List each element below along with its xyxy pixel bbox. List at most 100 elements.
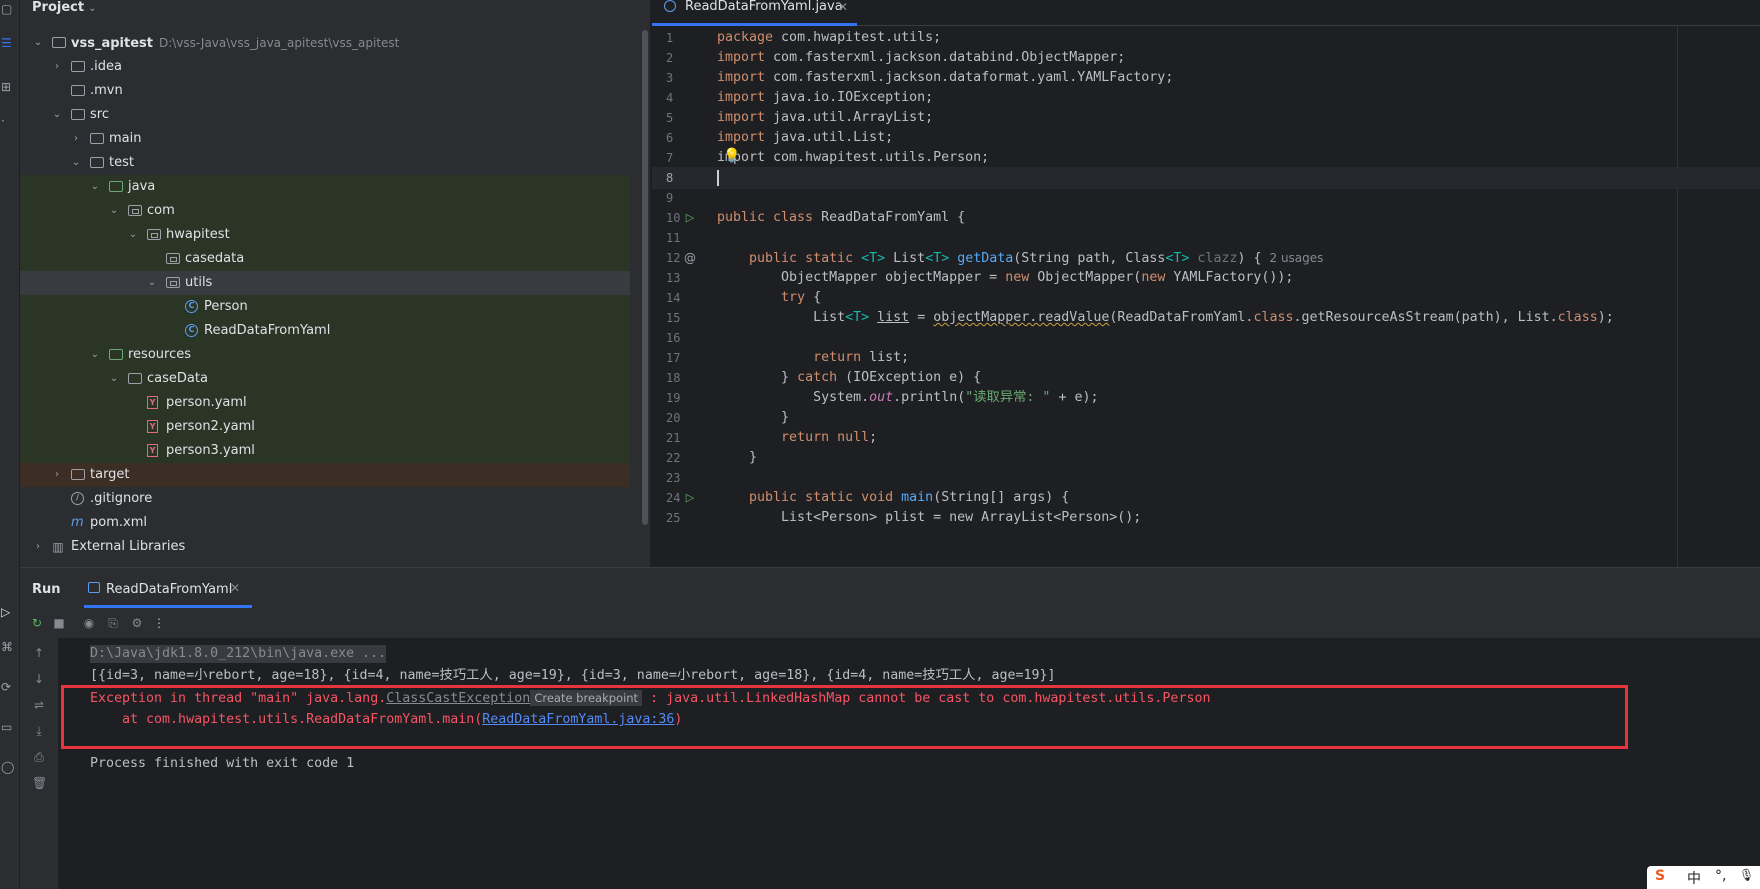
chevron-down-icon[interactable]: ⌄ — [32, 31, 44, 55]
export-icon[interactable]: ⎘ — [106, 616, 120, 630]
chevron-right-icon[interactable]: › — [32, 535, 44, 559]
tree-item[interactable]: ⌄ resources — [20, 343, 630, 367]
line-number[interactable]: 5 — [666, 107, 686, 129]
git-icon[interactable]: ◯ — [1, 760, 15, 774]
tree-item[interactable]: ⌄ vss_apitest D:\vss-Java\vss_java_apitest… — [20, 31, 630, 55]
tree-item[interactable]: Yperson2.yaml — [20, 415, 630, 439]
tree-item[interactable]: C Person — [20, 295, 630, 319]
console-output[interactable]: D:\Java\jdk1.8.0_212\bin\java.exe ... [{… — [58, 638, 1760, 889]
structure-icon[interactable]: ⊞ — [1, 80, 15, 94]
settings-icon[interactable]: ⚙ — [130, 616, 144, 630]
tree-item[interactable]: Yperson3.yaml — [20, 439, 630, 463]
chevron-down-icon[interactable]: ⌄ — [108, 199, 120, 223]
trash-icon[interactable]: 🗑 — [32, 776, 47, 790]
line-number[interactable]: 23 — [666, 467, 686, 489]
run-gutter-icon[interactable]: ▷ — [682, 207, 698, 229]
arrow-down-icon[interactable]: ↓ — [32, 672, 46, 686]
line-number[interactable]: 17 — [666, 347, 686, 369]
chevron-down-icon[interactable]: ⌄ — [89, 343, 101, 367]
tree-item[interactable]: ⌄ test — [20, 151, 630, 175]
run-tool-icon[interactable]: ▷ — [1, 605, 15, 619]
line-number[interactable]: 2 — [666, 47, 686, 69]
tree-item[interactable]: ⌄ com — [20, 199, 630, 223]
terminal-icon[interactable]: ⌘ — [1, 640, 15, 654]
project-panel: Project ⌄ ⌄ vss_apitest D:\vss-Java\vss_jav… — [20, 0, 650, 567]
line-number[interactable]: 15 — [666, 307, 686, 329]
scroll-to-end-icon[interactable]: ⤓ — [32, 724, 46, 738]
chevron-down-icon[interactable]: ⌄ — [51, 103, 63, 127]
tree-item[interactable]: ⌄ utils — [20, 271, 630, 295]
code-line: 7 import com.hwapitest.utils.Person; 💡 — [652, 147, 1760, 169]
line-number[interactable]: 20 — [666, 407, 686, 429]
close-icon[interactable]: ✕ — [230, 581, 240, 595]
chevron-down-icon[interactable]: ⌄ — [108, 367, 120, 391]
sogou-logo-icon[interactable]: S — [1655, 868, 1665, 884]
tree-item[interactable]: Yperson.yaml — [20, 391, 630, 415]
commit-icon[interactable]: ☰ — [1, 36, 15, 50]
line-number[interactable]: 18 — [666, 367, 686, 389]
problems-icon[interactable]: ▭ — [1, 720, 15, 734]
line-number[interactable]: 19 — [666, 387, 686, 409]
chevron-down-icon[interactable]: ⌄ — [146, 271, 158, 295]
tree-item[interactable]: › target — [20, 463, 630, 487]
stop-icon[interactable]: ■ — [52, 616, 66, 630]
tree-item[interactable]: C ReadDataFromYaml — [20, 319, 630, 343]
tree-item[interactable]: .mvn — [20, 79, 630, 103]
more-options-icon[interactable]: ⋮ — [152, 616, 166, 630]
arrow-up-icon[interactable]: ↑ — [32, 646, 46, 660]
rerun-icon[interactable]: ↻ — [30, 616, 44, 630]
close-icon[interactable]: ✕ — [838, 0, 848, 14]
folder-icon — [71, 469, 85, 480]
more-tools-icon[interactable]: · — [1, 114, 15, 128]
tree-item[interactable]: ⌄ src — [20, 103, 630, 127]
line-number[interactable]: 21 — [666, 427, 686, 449]
tree-item[interactable]: › main — [20, 127, 630, 151]
line-number[interactable]: 1 — [666, 27, 686, 49]
line-number[interactable]: 6 — [666, 127, 686, 149]
screenshot-icon[interactable]: ◉ — [82, 616, 96, 630]
project-icon[interactable]: ▢ — [1, 2, 15, 16]
line-number[interactable]: 13 — [666, 267, 686, 289]
line-number[interactable]: 25 — [666, 507, 686, 529]
tree-item[interactable]: › .idea — [20, 55, 630, 79]
chevron-right-icon[interactable]: › — [70, 127, 82, 151]
line-number[interactable]: 7 — [666, 147, 686, 169]
tree-item[interactable]: / .gitignore — [20, 487, 630, 511]
run-tab[interactable]: ReadDataFromYaml ✕ — [84, 568, 252, 608]
tree-scrollbar[interactable] — [642, 30, 648, 525]
line-number[interactable]: 16 — [666, 327, 686, 349]
line-number[interactable]: 4 — [666, 87, 686, 109]
usages-hint[interactable]: 2 usages — [1270, 251, 1324, 265]
chevron-right-icon[interactable]: › — [51, 463, 63, 487]
lightbulb-icon[interactable]: 💡 — [723, 145, 740, 167]
chevron-down-icon[interactable]: ⌄ — [70, 151, 82, 175]
line-number[interactable]: 9 — [666, 187, 686, 209]
ime-punctuation-toggle[interactable]: °, — [1715, 868, 1726, 884]
tree-item[interactable]: › ▥ External Libraries — [20, 535, 630, 559]
line-number[interactable]: 11 — [666, 227, 686, 249]
tree-item[interactable]: ⌄ java — [20, 175, 630, 199]
run-gutter-icon[interactable]: ▷ — [682, 487, 698, 509]
line-number[interactable]: 22 — [666, 447, 686, 469]
line-number[interactable]: 8 — [666, 167, 686, 189]
chevron-down-icon[interactable]: ⌄ — [89, 175, 101, 199]
services-icon[interactable]: ⟳ — [1, 680, 15, 694]
project-panel-header[interactable]: Project ⌄ — [32, 0, 96, 16]
annotation-gutter-icon[interactable]: @ — [682, 247, 698, 269]
line-number[interactable]: 14 — [666, 287, 686, 309]
tree-item[interactable]: ⌄ hwapitest — [20, 223, 630, 247]
tree-item[interactable]: casedata — [20, 247, 630, 271]
print-icon[interactable]: ⎙ — [32, 750, 46, 764]
microphone-icon[interactable]: 🎙 — [1739, 868, 1754, 882]
tree-item-label: java — [128, 179, 156, 194]
tree-item[interactable]: ⌄ caseData — [20, 367, 630, 391]
ime-language-toggle[interactable]: 中 — [1687, 868, 1701, 888]
class-icon: C — [185, 300, 198, 313]
editor-tab-active[interactable]: ReadDataFromYaml.java ✕ — [652, 0, 857, 26]
soft-wrap-icon[interactable]: ⇌ — [32, 698, 46, 712]
chevron-right-icon[interactable]: › — [51, 55, 63, 79]
chevron-down-icon[interactable]: ⌄ — [127, 223, 139, 247]
line-number[interactable]: 3 — [666, 67, 686, 89]
tree-item[interactable]: m pom.xml — [20, 511, 630, 535]
folder-icon — [90, 133, 104, 144]
